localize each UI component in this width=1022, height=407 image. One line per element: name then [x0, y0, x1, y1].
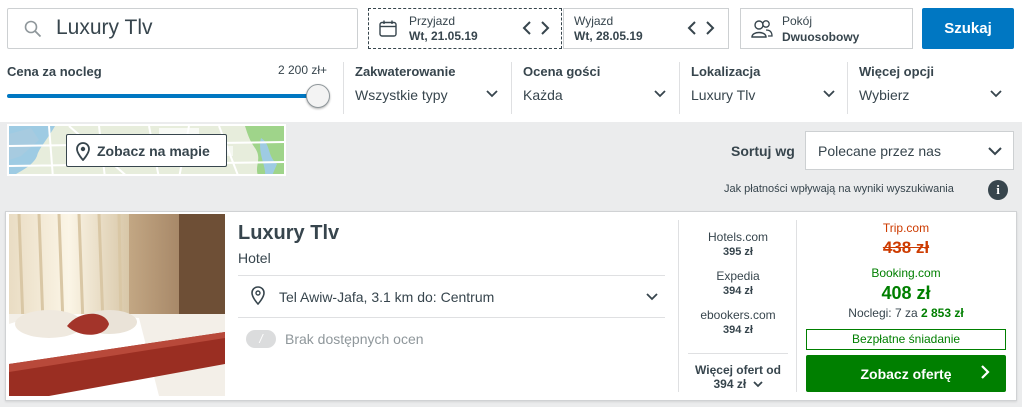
chevron-down-icon: [646, 293, 658, 301]
rooms-field[interactable]: Pokój Dwuosobowy: [740, 8, 913, 49]
more-offers-price: 394 zł: [713, 377, 747, 391]
checkin-value: Wt, 21.05.19: [409, 29, 478, 43]
chevron-down-icon: [486, 90, 498, 98]
chevron-down-icon: [823, 90, 835, 98]
hotel-type: Hotel: [238, 250, 271, 266]
sort-select[interactable]: Polecane przez nas: [805, 131, 1014, 170]
best-deal-price: 408 zł: [881, 283, 931, 303]
deal-item[interactable]: Expedia 394 zł: [679, 269, 797, 297]
rating-badge: /: [246, 330, 276, 348]
chevron-right-icon[interactable]: [539, 21, 551, 35]
hotel-location: Tel Awiw-Jafa, 3.1 km do: Centrum: [279, 289, 495, 305]
sort-label: Sortuj wg: [731, 143, 795, 159]
rating-text: Brak dostępnych ocen: [285, 331, 424, 347]
view-offer-button[interactable]: Zobacz ofertę: [806, 355, 1006, 392]
location-filter[interactable]: Lokalizacja Luxury Tlv: [680, 60, 847, 116]
view-offer-label: Zobacz ofertę: [860, 365, 952, 382]
search-button[interactable]: Szukaj: [922, 8, 1014, 49]
deal-site: Hotels.com: [707, 230, 769, 244]
checkout-field[interactable]: Wyjazd Wt, 28.05.19: [563, 8, 729, 49]
more-options-filter-title: Więcej opcji: [859, 64, 935, 79]
checkout-label: Wyjazd: [574, 14, 614, 28]
divider: [238, 317, 665, 318]
search-input[interactable]: Luxury Tlv: [7, 8, 358, 49]
hotel-photo[interactable]: [9, 214, 225, 396]
calendar-icon: [379, 20, 397, 37]
rating-filter-value: Każda: [523, 87, 563, 103]
checkin-field[interactable]: Przyjazd Wt, 21.05.19: [368, 8, 562, 49]
crossed-deal-site: Trip.com: [882, 221, 930, 235]
rating-filter[interactable]: Ocena gości Każda: [512, 60, 679, 116]
accommodation-filter-value: Wszystkie typy: [355, 87, 448, 103]
chevron-down-icon: [752, 381, 763, 388]
guests-icon: [751, 20, 773, 38]
hotel-room-image: [9, 214, 225, 396]
deal-site: ebookers.com: [700, 308, 776, 322]
chevron-left-icon[interactable]: [521, 21, 533, 35]
free-breakfast-badge: Bezpłatne śniadanie: [806, 329, 1006, 350]
checkin-label: Przyjazd: [409, 14, 456, 28]
crossed-deal-price: 438 zł: [882, 238, 930, 257]
chevron-left-icon[interactable]: [686, 21, 698, 35]
more-offers-button[interactable]: Więcej ofert od 394 zł: [679, 363, 797, 391]
checkout-value: Wt, 28.05.19: [574, 29, 643, 43]
more-offers-label: Więcej ofert od: [695, 363, 781, 377]
accommodation-filter[interactable]: Zakwaterowanie Wszystkie typy: [344, 60, 511, 116]
rating-filter-title: Ocena gości: [523, 64, 601, 79]
search-icon: [24, 20, 42, 38]
deal-price: 394 zł: [723, 285, 753, 297]
deal-price: 395 zł: [723, 246, 753, 258]
search-value: Luxury Tlv: [56, 16, 153, 39]
price-filter-title: Cena za nocleg: [7, 64, 102, 79]
show-map-label: Zobacz na mapie: [97, 142, 210, 159]
chevron-down-icon: [654, 90, 666, 98]
nights-total-price: 2 853 zł: [921, 306, 964, 320]
chevron-down-icon: [990, 90, 1002, 98]
divider: [688, 353, 788, 354]
more-options-filter[interactable]: Więcej opcji Wybierz: [848, 60, 1014, 116]
info-icon[interactable]: i: [988, 180, 1008, 200]
deal-item[interactable]: Hotels.com 395 zł: [679, 230, 797, 258]
map-pin-icon: [76, 142, 90, 161]
map-pin-icon: [251, 286, 265, 305]
best-deal-site: Booking.com: [871, 266, 941, 280]
show-map-button[interactable]: Zobacz na mapie: [66, 134, 227, 167]
chevron-down-icon: [988, 147, 1002, 156]
deal-price: 394 zł: [723, 324, 753, 336]
deal-site: Expedia: [716, 269, 760, 283]
sort-value: Polecane przez nas: [818, 143, 941, 159]
divider: [238, 275, 665, 276]
price-max-value: 2 200 zł+: [278, 63, 328, 77]
deal-item[interactable]: ebookers.com 394 zł: [679, 308, 797, 336]
location-filter-value: Luxury Tlv: [691, 87, 756, 103]
nights-prefix: Noclegi: 7 za: [848, 306, 918, 320]
location-filter-title: Lokalizacja: [691, 64, 761, 79]
rooms-value: Dwuosobowy: [782, 30, 860, 44]
rooms-label: Pokój: [782, 14, 813, 28]
hotel-name[interactable]: Luxury Tlv: [238, 222, 339, 245]
price-slider-track[interactable]: [7, 94, 319, 98]
nights-total: Noclegi: 7 za 2 853 zł: [797, 306, 1015, 320]
more-options-filter-value: Wybierz: [859, 87, 910, 103]
chevron-right-icon[interactable]: [704, 21, 716, 35]
chevron-right-icon: [981, 365, 990, 379]
accommodation-filter-title: Zakwaterowanie: [355, 64, 456, 79]
price-slider-handle[interactable]: [306, 84, 330, 108]
payment-info-text[interactable]: Jak płatności wpływają na wyniki wyszuki…: [724, 183, 954, 195]
